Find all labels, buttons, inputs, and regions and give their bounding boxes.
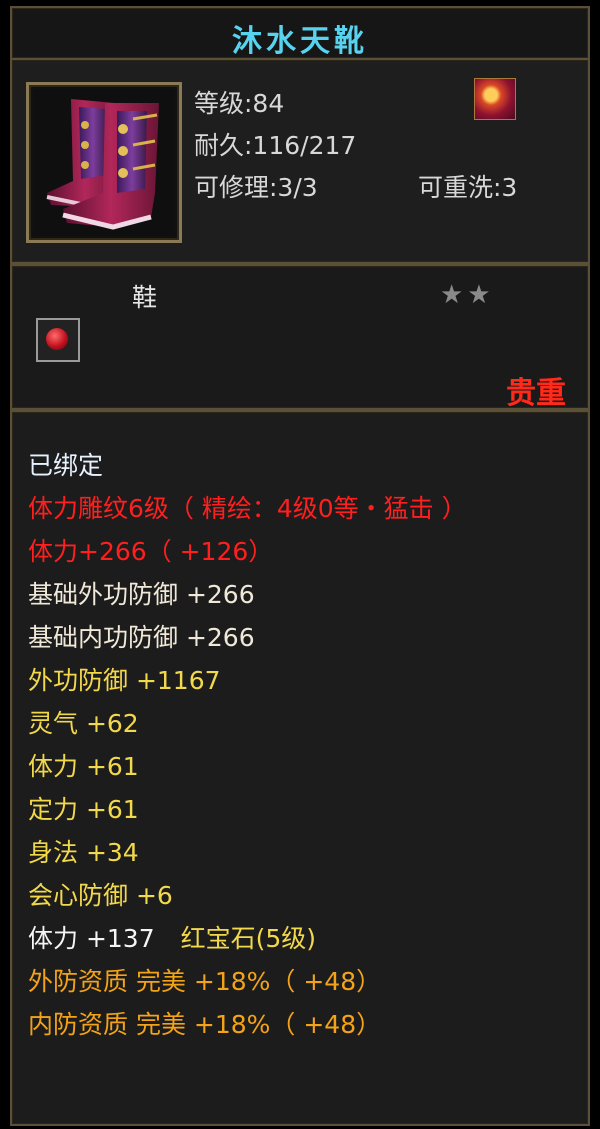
attr-outer-aptitude: 外防资质 完美 +18%（ +48） xyxy=(28,967,382,996)
attr-stamina-bonus: 体力+266（ +126） xyxy=(28,537,274,566)
boots-icon xyxy=(33,89,175,236)
item-durability: 耐久:116/217 xyxy=(194,131,357,160)
item-title: 沐水天靴 xyxy=(232,24,368,59)
item-level: 等级:84 xyxy=(194,89,285,118)
attr-outer-defense: 外功防御 +1167 xyxy=(28,666,221,695)
item-reforge-count: 可重洗:3 xyxy=(418,173,518,202)
item-info-panel: 等级:84 耐久:116/217 可修理:3/3 可重洗:3 xyxy=(10,58,590,264)
attr-inner-aptitude: 内防资质 完美 +18%（ +48） xyxy=(28,1010,382,1039)
attr-base-outer-defense: 基础外功防御 +266 xyxy=(28,580,255,609)
item-type-panel: 鞋 ★★ 贵重 xyxy=(10,264,590,411)
attr-focus: 定力 +61 xyxy=(28,795,139,824)
gem-socket-icon[interactable] xyxy=(36,318,80,362)
attr-stamina: 体力 +61 xyxy=(28,752,139,781)
attr-agility: 身法 +34 xyxy=(28,838,139,867)
attr-gem-row: 体力 +137 红宝石(5级) xyxy=(28,919,316,955)
bind-status: 已绑定 xyxy=(28,451,104,480)
attr-spirit: 灵气 +62 xyxy=(28,709,139,738)
item-repair-count: 可修理:3/3 xyxy=(194,173,318,202)
item-title-bar: 沐水天靴 xyxy=(10,6,590,60)
item-type-label: 鞋 xyxy=(132,283,158,312)
item-icon-slot[interactable] xyxy=(26,82,182,243)
item-attributes-panel: 已绑定 体力雕纹6级（ 精绘：4级0等・猛击 ） 体力+266（ +126） 基… xyxy=(10,410,590,1126)
attr-crit-defense: 会心防御 +6 xyxy=(28,881,173,910)
star-rating: ★★ xyxy=(440,280,495,310)
attr-gem-stamina: 体力 +137 xyxy=(28,924,155,953)
flame-skill-icon[interactable] xyxy=(474,78,516,120)
rarity-label: 贵重 xyxy=(506,376,566,411)
attr-gem-name: 红宝石(5级) xyxy=(180,924,316,953)
attr-engraving: 体力雕纹6级（ 精绘：4级0等・猛击 ） xyxy=(28,494,467,523)
attr-base-inner-defense: 基础内功防御 +266 xyxy=(28,623,255,652)
